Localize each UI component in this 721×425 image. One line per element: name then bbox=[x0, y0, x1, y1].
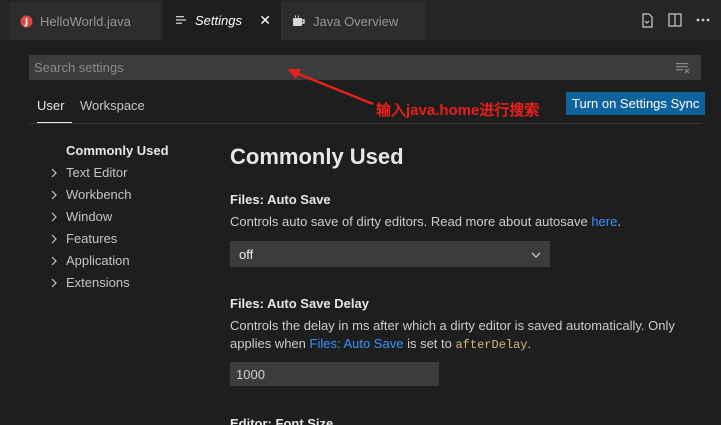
chevron-right-icon bbox=[50, 234, 66, 244]
chevron-right-icon bbox=[50, 190, 66, 200]
java-error-icon: J bbox=[18, 15, 34, 28]
editor-actions bbox=[639, 12, 711, 28]
toc-item-application[interactable]: Application bbox=[50, 250, 210, 272]
files-auto-save-link[interactable]: Files: Auto Save bbox=[310, 336, 404, 351]
toc-item-label: Features bbox=[66, 231, 118, 246]
tab-label: Settings bbox=[195, 12, 242, 28]
toc-item-workbench[interactable]: Workbench bbox=[50, 184, 210, 206]
toc-item-label: Extensions bbox=[66, 275, 130, 290]
more-actions-icon[interactable] bbox=[695, 12, 711, 28]
setting-description: Controls the delay in ms after which a d… bbox=[230, 318, 675, 352]
toc-item-label: Text Editor bbox=[66, 165, 128, 180]
settings-lines-icon bbox=[173, 15, 189, 25]
turn-on-settings-sync-button[interactable]: Turn on Settings Sync bbox=[566, 92, 706, 115]
setting-description: Controls auto save of dirty editors. Rea… bbox=[230, 214, 621, 229]
clear-filter-icon[interactable] bbox=[676, 61, 690, 79]
settings-content: Commonly Used Files: Auto Save Controls … bbox=[230, 140, 710, 425]
settings-toc: Commonly Used Text Editor Workbench Wind… bbox=[50, 140, 210, 294]
chevron-right-icon bbox=[50, 278, 66, 288]
tab-user[interactable]: User bbox=[37, 98, 72, 123]
toc-item-label: Window bbox=[66, 209, 113, 224]
toc-item-window[interactable]: Window bbox=[50, 206, 210, 228]
chevron-right-icon bbox=[50, 168, 66, 178]
close-icon[interactable]: ✕ bbox=[259, 12, 271, 29]
setting-files-auto-save: Files: Auto Save Controls auto save of d… bbox=[230, 192, 710, 267]
toc-item-commonly-used[interactable]: Commonly Used bbox=[50, 140, 210, 162]
auto-save-delay-input[interactable] bbox=[230, 362, 439, 386]
setting-title: Files: Auto Save Delay bbox=[230, 296, 369, 311]
java-cup-icon bbox=[291, 15, 307, 28]
tab-workspace[interactable]: Workspace bbox=[80, 98, 145, 123]
toc-item-features[interactable]: Features bbox=[50, 228, 210, 250]
annotation-text: 输入java.home进行搜索 bbox=[376, 102, 540, 119]
auto-save-select[interactable]: off bbox=[230, 241, 550, 267]
setting-title: Editor: Font Size bbox=[230, 416, 334, 425]
tab-java-overview[interactable]: Java Overview bbox=[281, 2, 426, 40]
setting-title: Files: Auto Save bbox=[230, 192, 331, 207]
tab-settings[interactable]: Settings ✕ bbox=[163, 0, 281, 40]
section-title: Commonly Used bbox=[230, 144, 404, 169]
setting-editor-font-size: Editor: Font Size bbox=[230, 416, 710, 425]
setting-files-auto-save-delay: Files: Auto Save Delay Controls the dela… bbox=[230, 296, 710, 386]
split-editor-icon[interactable] bbox=[667, 12, 683, 28]
toc-item-extensions[interactable]: Extensions bbox=[50, 272, 210, 294]
toc-item-label: Workbench bbox=[66, 187, 132, 202]
tab-label: Java Overview bbox=[313, 13, 399, 29]
toc-item-label: Application bbox=[66, 253, 130, 268]
toc-item-text-editor[interactable]: Text Editor bbox=[50, 162, 210, 184]
tab-label: HelloWorld.java bbox=[40, 13, 131, 29]
svg-text:J: J bbox=[23, 17, 27, 27]
tab-helloworld-java[interactable]: J HelloWorld.java bbox=[10, 2, 160, 40]
chevron-right-icon bbox=[50, 212, 66, 222]
chevron-right-icon bbox=[50, 256, 66, 266]
select-value: off bbox=[239, 246, 254, 262]
chevron-down-icon bbox=[531, 248, 541, 263]
autosave-here-link[interactable]: here bbox=[591, 214, 617, 229]
open-settings-json-icon[interactable] bbox=[639, 12, 655, 28]
editor-tab-bar: J HelloWorld.java Settings ✕ Java Overvi… bbox=[0, 0, 721, 40]
